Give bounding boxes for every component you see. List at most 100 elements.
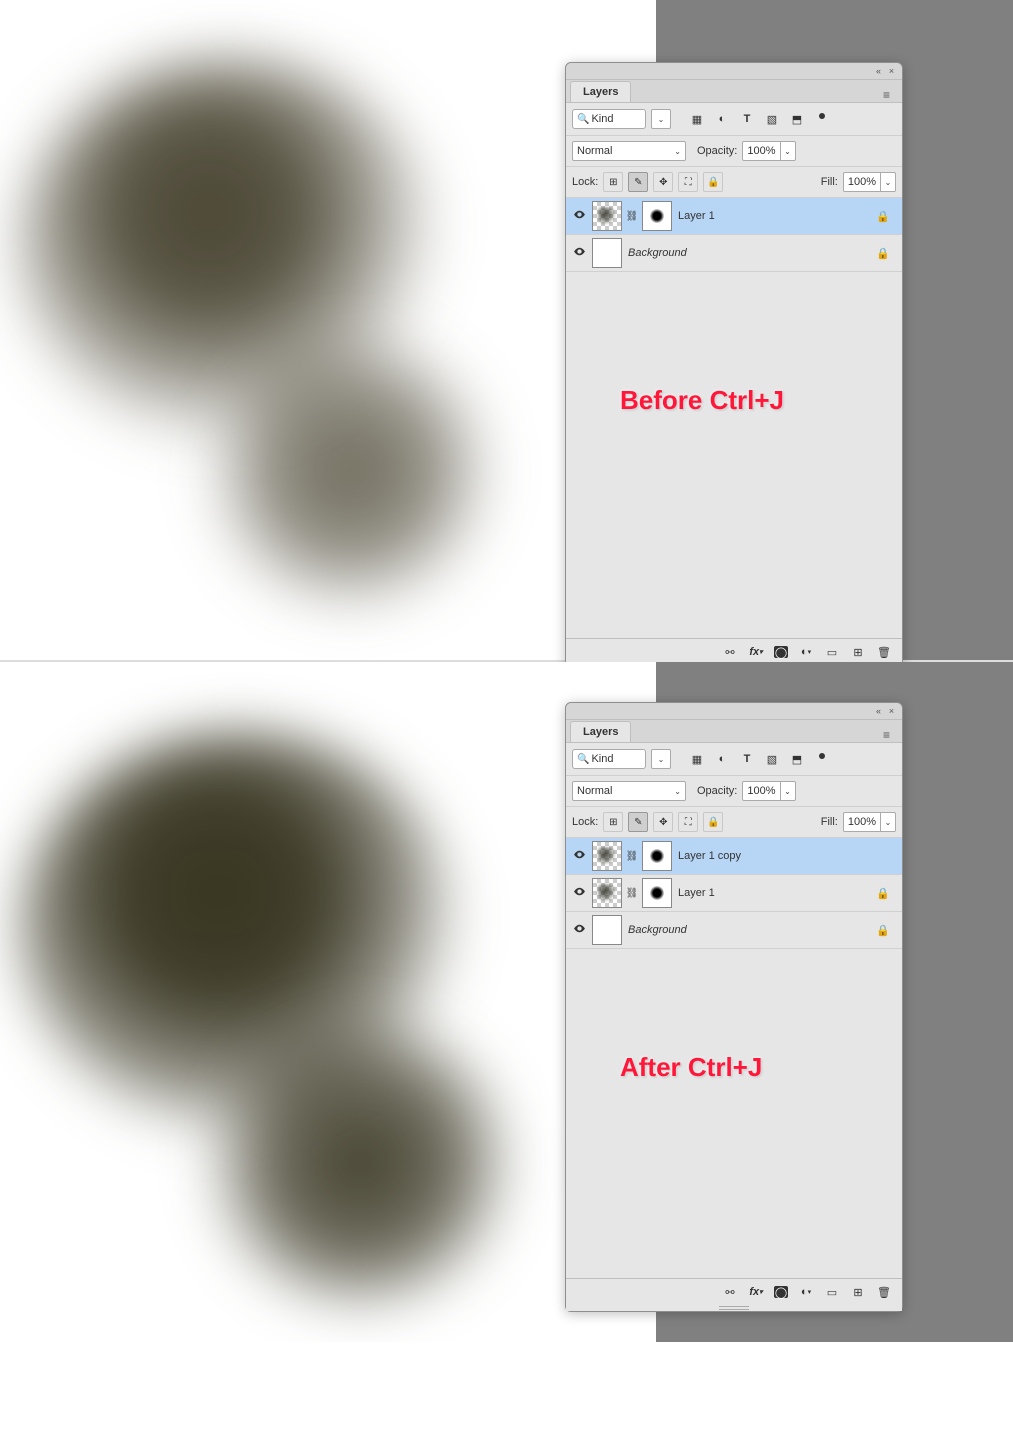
tab-layers[interactable]: Layers: [570, 721, 631, 742]
new-adjustment-icon[interactable]: ◐▾: [798, 1284, 814, 1300]
lock-position-icon[interactable]: ✥: [653, 812, 673, 832]
layer-row[interactable]: ⛓ Layer 1 copy: [566, 838, 902, 875]
lock-nested-icon[interactable]: ⛶: [678, 812, 698, 832]
filter-type-icon[interactable]: T: [737, 109, 757, 129]
visibility-toggle[interactable]: [572, 245, 586, 261]
fill-input[interactable]: 100% ⌄: [843, 812, 896, 832]
add-mask-icon[interactable]: ◯: [774, 1286, 788, 1298]
close-icon[interactable]: ×: [887, 707, 896, 716]
after-section: « × Layers ≡ 🔍 Kind ⌄ ▦ ◐ T ▧: [0, 662, 1013, 1342]
lock-transparent-icon[interactable]: ⊞: [603, 172, 623, 192]
delete-layer-icon[interactable]: 🗑: [876, 644, 892, 660]
filter-art-icon[interactable]: [812, 109, 832, 129]
chevron-down-icon[interactable]: ⌄: [880, 813, 895, 831]
delete-layer-icon[interactable]: 🗑: [876, 1284, 892, 1300]
visibility-toggle[interactable]: [572, 208, 586, 224]
blend-mode-select[interactable]: Normal ⌄: [572, 781, 686, 801]
opacity-input[interactable]: 100% ⌄: [742, 781, 795, 801]
filter-adjust-icon[interactable]: ◐: [712, 109, 732, 129]
new-layer-icon[interactable]: ⊞: [850, 644, 866, 660]
lock-all-icon[interactable]: 🔒: [703, 172, 723, 192]
layer-name[interactable]: Layer 1 copy: [678, 850, 741, 862]
layer-row[interactable]: Background 🔒: [566, 235, 902, 272]
layer-kind-select[interactable]: 🔍 Kind: [572, 109, 646, 129]
link-layers-icon[interactable]: ⚯: [722, 1284, 738, 1300]
panel-titlebar[interactable]: « ×: [566, 703, 902, 720]
opacity-value: 100%: [743, 145, 779, 157]
visibility-toggle[interactable]: [572, 885, 586, 901]
filter-shape-icon[interactable]: ▧: [762, 749, 782, 769]
add-mask-icon[interactable]: ◯: [774, 646, 788, 658]
mask-link-icon[interactable]: ⛓: [628, 879, 636, 907]
filter-pixel-icon[interactable]: ▦: [687, 749, 707, 769]
panel-titlebar[interactable]: « ×: [566, 63, 902, 80]
chevron-down-icon[interactable]: ⌄: [880, 173, 895, 191]
layer-thumbnail[interactable]: [592, 238, 622, 268]
mask-thumbnail[interactable]: [642, 841, 672, 871]
layer-row[interactable]: Background 🔒: [566, 912, 902, 949]
lock-pixels-icon[interactable]: ✎: [628, 172, 648, 192]
filter-smart-icon[interactable]: ⬒: [787, 109, 807, 129]
lock-nested-icon[interactable]: ⛶: [678, 172, 698, 192]
tab-layers[interactable]: Layers: [570, 81, 631, 102]
fill-input[interactable]: 100% ⌄: [843, 172, 896, 192]
filter-art-icon[interactable]: [812, 749, 832, 769]
layer-kind-select[interactable]: 🔍 Kind: [572, 749, 646, 769]
collapse-icon[interactable]: «: [874, 67, 883, 76]
mask-thumbnail[interactable]: [642, 878, 672, 908]
mask-thumbnail[interactable]: [642, 201, 672, 231]
kind-dropdown[interactable]: ⌄: [651, 109, 671, 129]
layer-thumbnail[interactable]: [592, 201, 622, 231]
layer-name[interactable]: Layer 1: [678, 887, 715, 899]
new-layer-icon[interactable]: ⊞: [850, 1284, 866, 1300]
panel-menu-icon[interactable]: ≡: [876, 728, 896, 742]
visibility-toggle[interactable]: [572, 848, 586, 864]
layer-name[interactable]: Layer 1: [678, 210, 715, 222]
blend-mode-select[interactable]: Normal ⌄: [572, 141, 686, 161]
new-group-icon[interactable]: ▭: [824, 644, 840, 660]
visibility-toggle[interactable]: [572, 922, 586, 938]
fx-icon[interactable]: fx▾: [748, 1284, 764, 1300]
filter-shape-icon[interactable]: ▧: [762, 109, 782, 129]
fill-label: Fill:: [821, 816, 838, 828]
filter-adjust-icon[interactable]: ◐: [712, 749, 732, 769]
filter-smart-icon[interactable]: ⬒: [787, 749, 807, 769]
filter-type-icon[interactable]: T: [737, 749, 757, 769]
chevron-down-icon: ⌄: [674, 787, 681, 796]
layers-list-before[interactable]: ⛓ Layer 1 🔒 Background 🔒: [566, 198, 902, 638]
layer-name[interactable]: Background: [628, 924, 687, 936]
lock-position-icon[interactable]: ✥: [653, 172, 673, 192]
layer-thumbnail[interactable]: [592, 841, 622, 871]
new-group-icon[interactable]: ▭: [824, 1284, 840, 1300]
close-icon[interactable]: ×: [887, 67, 896, 76]
stage: « × Layers ≡ 🔍 Kind ⌄ ▦ ◐ T ▧: [0, 0, 1013, 1342]
chevron-down-icon[interactable]: ⌄: [780, 782, 795, 800]
layer-name[interactable]: Background: [628, 247, 687, 259]
resize-grip[interactable]: [566, 1305, 902, 1311]
link-layers-icon[interactable]: ⚯: [722, 644, 738, 660]
layer-row[interactable]: ⛓ Layer 1 🔒: [566, 875, 902, 912]
layer-row[interactable]: ⛓ Layer 1 🔒: [566, 198, 902, 235]
new-adjustment-icon[interactable]: ◐▾: [798, 644, 814, 660]
lock-all-icon[interactable]: 🔒: [703, 812, 723, 832]
lock-indicator-icon: 🔒: [876, 210, 890, 223]
lock-label: Lock:: [572, 816, 598, 828]
layer-thumbnail[interactable]: [592, 878, 622, 908]
canvas-before[interactable]: [0, 0, 656, 660]
layer-filter-row: 🔍 Kind ⌄ ▦ ◐ T ▧ ⬒: [566, 743, 902, 776]
lock-transparent-icon[interactable]: ⊞: [603, 812, 623, 832]
opacity-input[interactable]: 100% ⌄: [742, 141, 795, 161]
panel-tabs: Layers ≡: [566, 720, 902, 743]
kind-dropdown[interactable]: ⌄: [651, 749, 671, 769]
mask-link-icon[interactable]: ⛓: [628, 842, 636, 870]
layer-thumbnail[interactable]: [592, 915, 622, 945]
layers-list-after[interactable]: ⛓ Layer 1 copy ⛓ Layer 1 🔒: [566, 838, 902, 1278]
collapse-icon[interactable]: «: [874, 707, 883, 716]
fx-icon[interactable]: fx▾: [748, 644, 764, 660]
mask-link-icon[interactable]: ⛓: [628, 202, 636, 230]
canvas-after[interactable]: [0, 662, 656, 1342]
chevron-down-icon[interactable]: ⌄: [780, 142, 795, 160]
panel-menu-icon[interactable]: ≡: [876, 88, 896, 102]
filter-pixel-icon[interactable]: ▦: [687, 109, 707, 129]
lock-pixels-icon[interactable]: ✎: [628, 812, 648, 832]
